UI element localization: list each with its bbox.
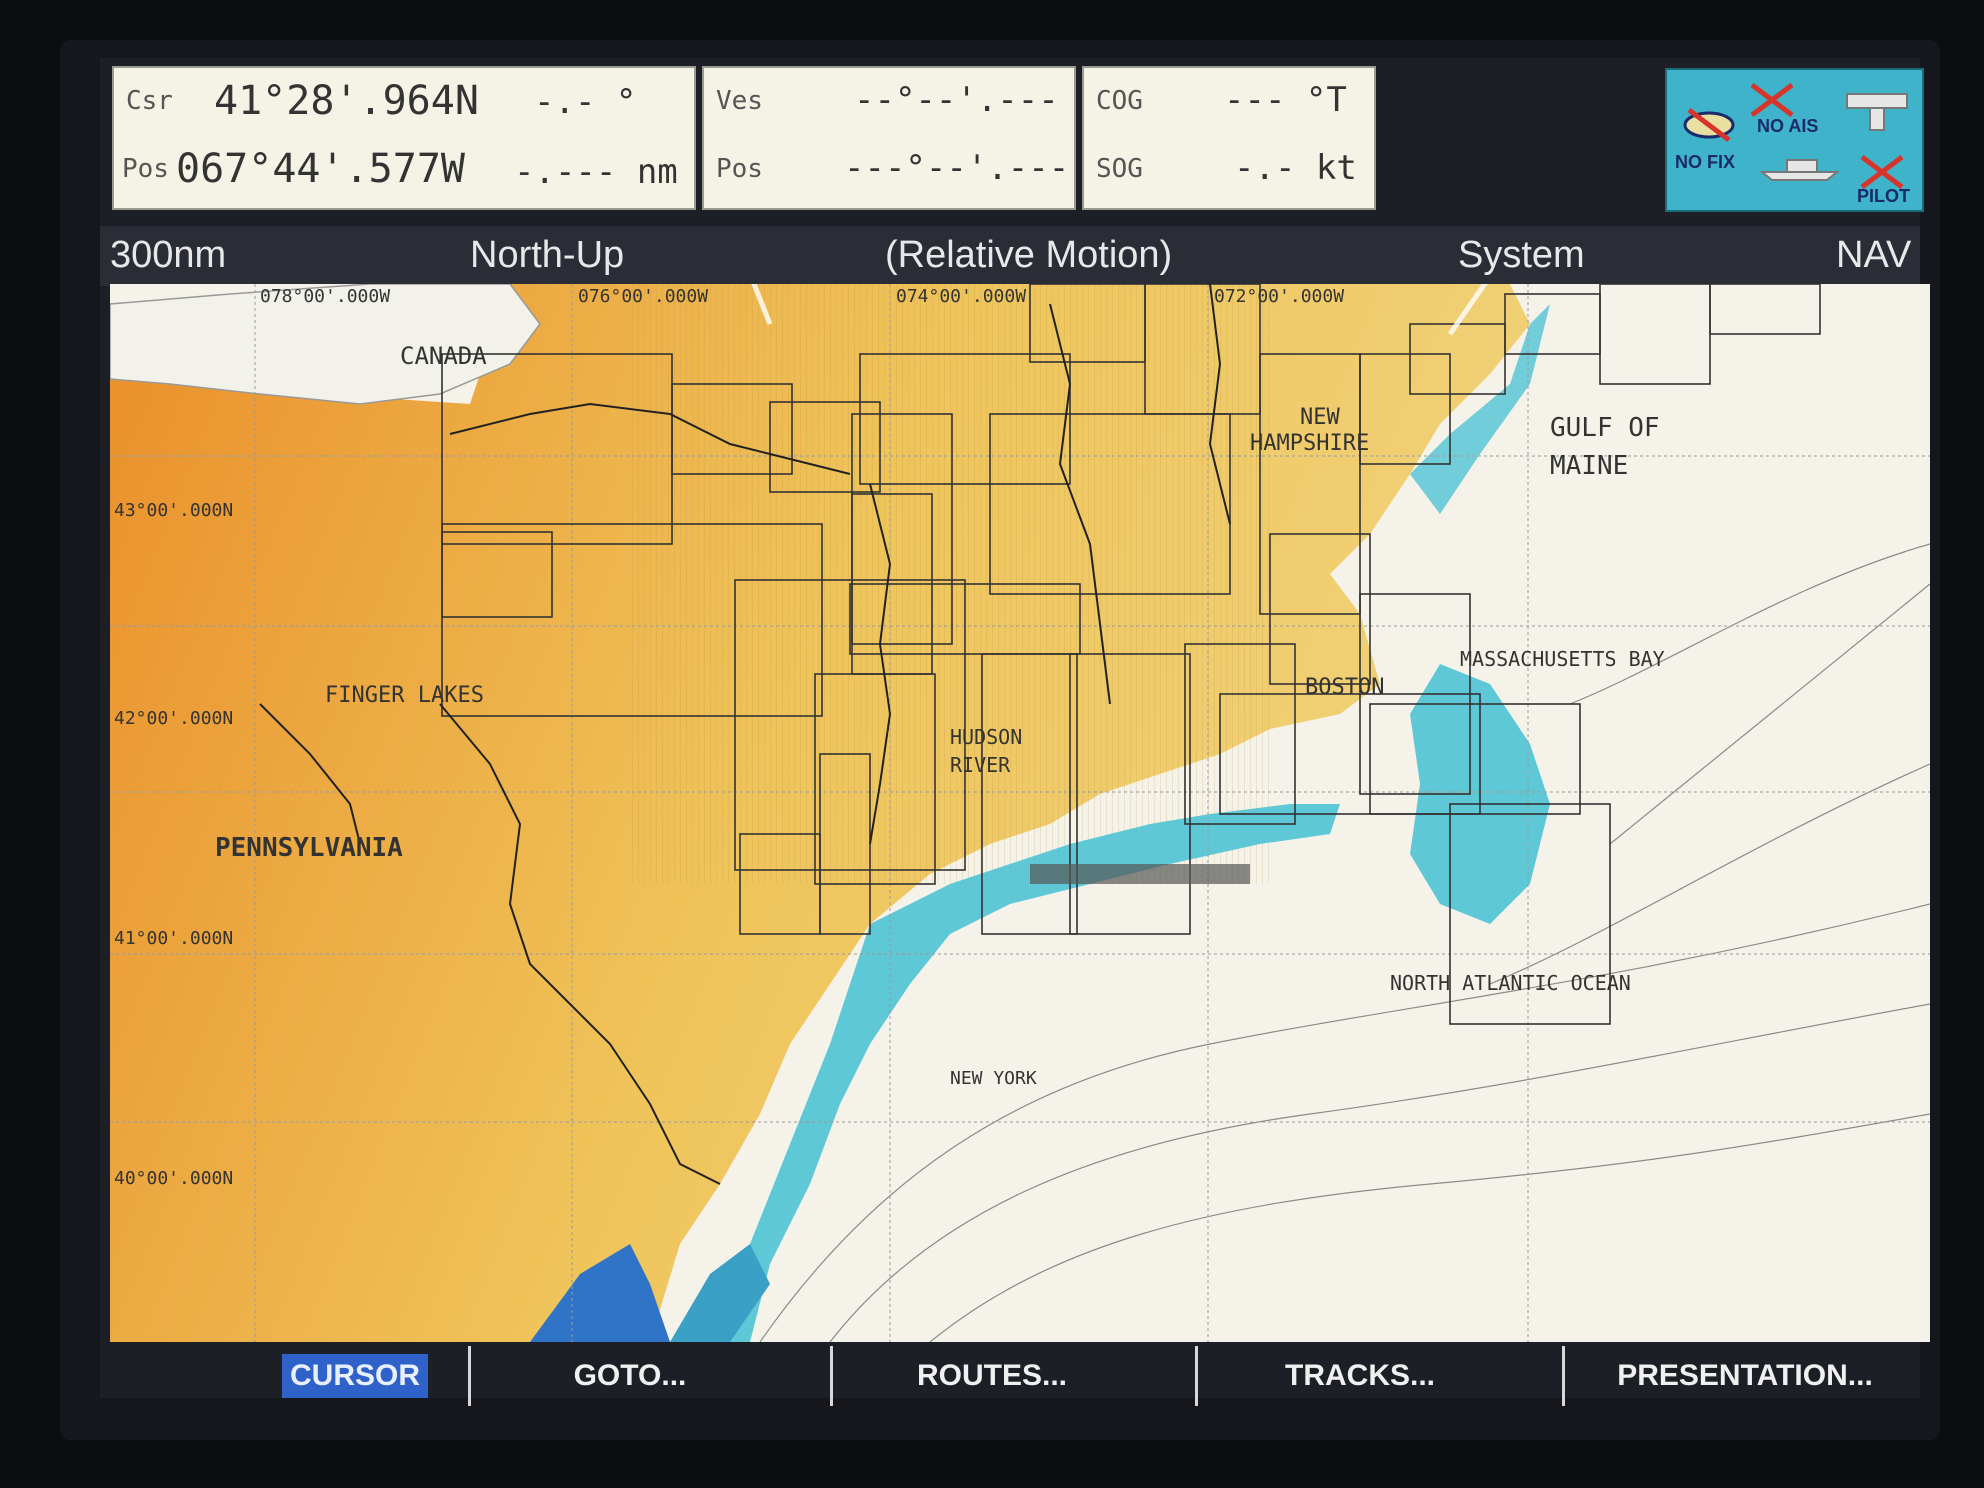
lon-label-076w: 076°00'.000W — [578, 286, 708, 307]
ves-label: Ves — [716, 86, 763, 116]
radar-dome-icon — [1846, 93, 1908, 131]
cog-label: COG — [1096, 86, 1143, 116]
chart-orientation[interactable]: North-Up — [470, 234, 624, 277]
no-ais-status: NO AIS — [1757, 116, 1819, 136]
course-speed-box: COG SOG --- °T -.- kt — [1082, 66, 1376, 210]
place-north-atlantic: NORTH ATLANTIC OCEAN — [1390, 971, 1631, 995]
softkey-divider — [1195, 1346, 1198, 1406]
lat-label-40n: 40°00'.000N — [114, 1168, 233, 1189]
vessel-position-box: Ves Pos --°--'.--- ---°--'.--- — [702, 66, 1076, 210]
lat-label-41n: 41°00'.000N — [114, 928, 233, 949]
motion-mode[interactable]: (Relative Motion) — [885, 234, 1172, 277]
chartplotter-screen: Csr Pos 41°28'.964N 067°44'.577W -.- ° -… — [100, 58, 1930, 1406]
nautical-chart[interactable]: 078°00'.000W 076°00'.000W 074°00'.000W 0… — [110, 284, 1930, 1342]
sog-value: -.- kt — [1234, 148, 1357, 188]
csr-label: Csr — [126, 86, 173, 116]
place-boston: BOSTON — [1305, 675, 1384, 700]
softkey-divider — [1562, 1346, 1565, 1406]
nav-mode[interactable]: NAV — [1836, 234, 1911, 277]
place-finger-lakes: FINGER LAKES — [325, 683, 484, 708]
softkey-divider — [468, 1346, 471, 1406]
place-gulf-of-maine-line1: GULF OF — [1550, 413, 1660, 443]
place-canada: CANADA — [400, 342, 487, 370]
cursor-position-box: Csr Pos 41°28'.964N 067°44'.577W -.- ° -… — [112, 66, 696, 210]
cursor-bearing: -.- ° — [534, 82, 637, 122]
pos-label: Pos — [122, 154, 169, 184]
cursor-longitude: 067°44'.577W — [176, 146, 465, 192]
system-menu[interactable]: System — [1458, 234, 1585, 277]
lat-label-43n: 43°00'.000N — [114, 500, 233, 521]
chart-range[interactable]: 300nm — [110, 234, 226, 277]
hatched-channel — [1030, 864, 1250, 884]
chart-mode-bar: 300nm North-Up (Relative Motion) System … — [100, 226, 1920, 286]
place-pennsylvania: PENNSYLVANIA — [215, 833, 403, 863]
status-panel: NO FIX NO AIS PILOT — [1665, 68, 1924, 212]
vessel-latitude: --°--'.--- — [854, 80, 1059, 120]
vessel-longitude: ---°--'.--- — [844, 148, 1070, 188]
vessel-pos-label: Pos — [716, 154, 763, 184]
softkey-bar: CURSOR GOTO... ROUTES... TRACKS... PRESE… — [100, 1346, 1920, 1406]
place-hudson-river-line1: HUDSON — [950, 725, 1022, 749]
place-new-hampshire-line2: HAMPSHIRE — [1250, 431, 1369, 456]
softkey-divider — [830, 1346, 833, 1406]
no-fix-status: NO FIX — [1675, 152, 1736, 172]
lon-label-074w: 074°00'.000W — [896, 286, 1026, 307]
routes-softkey[interactable]: ROUTES... — [842, 1354, 1142, 1398]
place-massachusetts-bay: MASSACHUSETTS BAY — [1460, 647, 1665, 671]
place-gulf-of-maine-line2: MAINE — [1550, 451, 1628, 481]
lon-label-072w: 072°00'.000W — [1214, 286, 1344, 307]
goto-softkey[interactable]: GOTO... — [480, 1354, 780, 1398]
cursor-range: -.--- nm — [514, 152, 678, 192]
cursor-latitude: 41°28'.964N — [214, 78, 479, 124]
place-new-hampshire-line1: NEW — [1300, 405, 1340, 430]
cursor-softkey[interactable]: CURSOR — [282, 1354, 429, 1398]
lon-label-078w: 078°00'.000W — [260, 286, 390, 307]
pilot-status: PILOT — [1857, 186, 1910, 206]
gps-satellite-icon — [1683, 108, 1735, 142]
ais-icon — [1750, 83, 1794, 117]
sog-label: SOG — [1096, 154, 1143, 184]
place-hudson-river-line2: RIVER — [950, 753, 1011, 777]
cog-value: --- °T — [1224, 80, 1347, 120]
lat-label-42n: 42°00'.000N — [114, 708, 233, 729]
place-new-york: NEW YORK — [950, 1068, 1037, 1089]
presentation-softkey[interactable]: PRESENTATION... — [1580, 1354, 1910, 1398]
tracks-softkey[interactable]: TRACKS... — [1210, 1354, 1510, 1398]
boat-icon — [1759, 159, 1840, 181]
